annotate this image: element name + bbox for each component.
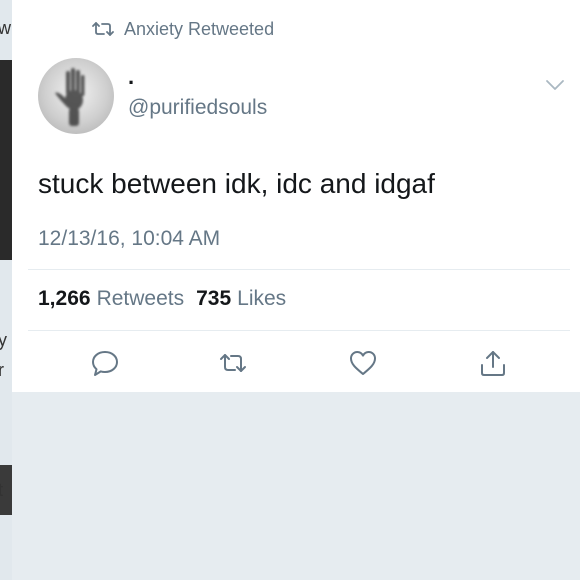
likes-stat[interactable]: 735 Likes [196,287,286,311]
reply-icon[interactable] [90,348,120,378]
heart-icon[interactable] [348,348,378,378]
background-edge-glyph: y [0,330,7,350]
background-dark-panel [0,60,12,260]
background-edge-glyph: t [0,480,4,500]
retweet-context[interactable]: Anxiety Retweeted [92,18,274,40]
hand-image [55,68,85,126]
tweet-timestamp[interactable]: 12/13/16, 10:04 AM [38,227,220,251]
retweets-label: Retweets [96,287,185,310]
background-edge-glyph: w [0,18,11,38]
retweets-count: 1,266 [38,287,91,310]
tweet-stats: 1,266 Retweets 735 Likes [38,287,286,311]
tweet-actions [12,340,580,384]
retweet-icon[interactable] [218,348,248,378]
background-page-edge: w y r t [0,0,12,580]
retweets-stat[interactable]: 1,266 Retweets [38,287,184,311]
tweet-card: Anxiety Retweeted . @purifiedsouls stuck… [12,0,580,392]
likes-label: Likes [237,287,287,310]
chevron-down-icon[interactable] [544,74,566,96]
divider [28,269,570,270]
author-handle[interactable]: @purifiedsouls [128,96,267,120]
background-edge-glyph: r [0,360,4,380]
divider [28,330,570,331]
tweet-text: stuck between idk, idc and idgaf [38,168,435,199]
author-name[interactable]: . [128,64,134,90]
retweet-context-text: Anxiety Retweeted [124,18,275,39]
retweet-icon [92,21,114,37]
share-icon[interactable] [478,348,508,378]
likes-count: 735 [196,287,232,310]
avatar[interactable] [38,58,114,134]
